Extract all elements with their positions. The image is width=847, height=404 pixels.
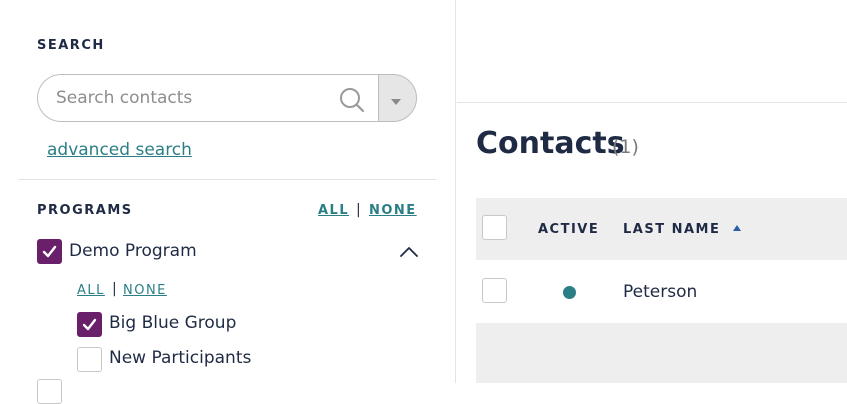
- advanced-search-link[interactable]: advanced search: [47, 140, 192, 160]
- programs-heading: PROGRAMS: [37, 203, 133, 218]
- group-label[interactable]: New Participants: [109, 348, 251, 368]
- result-count: (1): [612, 136, 639, 158]
- search-heading: SEARCH: [37, 38, 105, 53]
- table-empty-area: [476, 323, 847, 383]
- divider: [18, 179, 436, 180]
- search-field[interactable]: [37, 74, 379, 122]
- program-checkbox-demo[interactable]: [37, 239, 62, 264]
- column-header-last-name[interactable]: LAST NAME: [623, 222, 720, 237]
- checkmark-icon: [42, 245, 57, 258]
- row-checkbox[interactable]: [482, 278, 507, 303]
- page-title: Contacts: [476, 126, 625, 161]
- separator: |: [112, 281, 117, 297]
- groups-select-all-link[interactable]: ALL: [77, 283, 105, 298]
- checkmark-icon: [82, 318, 97, 331]
- main-toolbar-area: [457, 0, 847, 103]
- group-label[interactable]: Big Blue Group: [109, 313, 236, 333]
- program-label[interactable]: Demo Program: [69, 241, 197, 261]
- group-checkbox-big-blue[interactable]: [77, 312, 102, 337]
- programs-select-all-link[interactable]: ALL: [318, 203, 349, 218]
- cell-last-name[interactable]: Peterson: [623, 282, 697, 302]
- separator: |: [356, 202, 361, 218]
- sort-ascending-icon[interactable]: [733, 225, 741, 231]
- active-status-dot: [563, 286, 576, 299]
- select-all-checkbox[interactable]: [482, 215, 507, 240]
- groups-select-none-link[interactable]: NONE: [123, 283, 167, 298]
- column-header-active[interactable]: ACTIVE: [538, 222, 599, 237]
- group-checkbox-new-participants[interactable]: [77, 347, 102, 372]
- caret-down-icon: [391, 99, 401, 105]
- search-icon[interactable]: [339, 87, 365, 113]
- programs-select-none-link[interactable]: NONE: [369, 203, 417, 218]
- filter-sidebar: SEARCH advanced search PROGRAMS ALL | NO…: [0, 0, 456, 404]
- chevron-up-icon[interactable]: [399, 246, 419, 258]
- search-input[interactable]: [56, 87, 326, 109]
- search-options-dropdown[interactable]: [378, 74, 417, 122]
